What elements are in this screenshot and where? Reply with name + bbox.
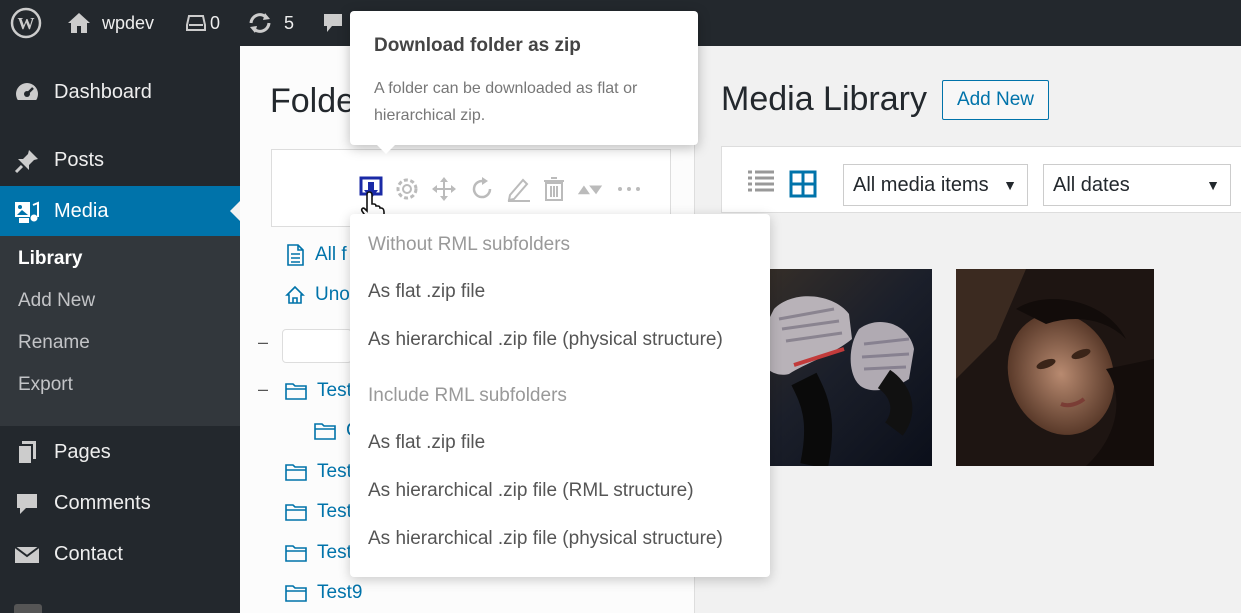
- menu-item-hierarchical-physical-rml[interactable]: As hierarchical .zip file (physical stru…: [368, 528, 723, 550]
- menu-item-hierarchical-rml[interactable]: As hierarchical .zip file (RML structure…: [368, 480, 694, 502]
- pages-icon: [17, 441, 36, 465]
- download-options-menu: Without RML subfolders As flat .zip file…: [350, 214, 770, 577]
- tree-folder[interactable]: Test: [285, 461, 352, 483]
- menu-pages[interactable]: Pages: [0, 427, 240, 477]
- drafts-count: 0: [210, 12, 221, 33]
- list-view-icon[interactable]: [747, 170, 775, 196]
- dropdown-arrow-icon: ▼: [1206, 177, 1220, 193]
- move-icon[interactable]: [431, 176, 457, 202]
- folder-icon: [285, 585, 307, 602]
- comments-link[interactable]: [322, 0, 344, 46]
- tree-collapse-toggle[interactable]: –: [258, 379, 268, 400]
- menu-label: Media: [54, 199, 109, 222]
- select-value: All dates: [1053, 173, 1130, 196]
- tree-label: Test: [317, 380, 352, 401]
- submenu-library[interactable]: Library: [18, 248, 82, 270]
- svg-text:W: W: [18, 14, 35, 33]
- pencil-icon[interactable]: [506, 176, 532, 202]
- menu-label: Comments: [54, 491, 151, 514]
- mail-icon: [14, 546, 40, 563]
- sort-icon[interactable]: [577, 176, 603, 202]
- site-name: wpdev: [102, 12, 155, 33]
- tree-folder[interactable]: Test9: [285, 582, 362, 604]
- menu-label: Contact: [54, 542, 123, 565]
- media-type-select[interactable]: All media items ▼: [843, 164, 1028, 206]
- tree-unorganized[interactable]: Uno: [285, 284, 350, 306]
- menu-posts[interactable]: Posts: [0, 135, 240, 185]
- menu-section-header: Without RML subfolders: [368, 234, 571, 255]
- submenu-add-new[interactable]: Add New: [18, 290, 95, 312]
- menu-item-hierarchical-physical[interactable]: As hierarchical .zip file (physical stru…: [368, 329, 723, 351]
- admin-sidebar: Dashboard Posts Media Library Add New Re…: [0, 46, 240, 613]
- select-value: All media items: [853, 173, 989, 196]
- tree-folder[interactable]: Test: [285, 501, 352, 523]
- drafts-link[interactable]: 0: [186, 0, 220, 46]
- comment-icon: [324, 14, 342, 32]
- submenu-export[interactable]: Export: [18, 374, 73, 396]
- tree-label: Test9: [317, 582, 363, 603]
- wordpress-logo-icon[interactable]: W: [10, 0, 42, 46]
- updates-link[interactable]: 5: [246, 0, 294, 46]
- menu-partial-icon: [14, 604, 42, 613]
- more-icon[interactable]: [616, 176, 642, 202]
- folder-icon: [285, 545, 307, 562]
- refresh-icon[interactable]: [469, 176, 495, 202]
- gear-icon[interactable]: [394, 176, 420, 202]
- home-icon: [68, 13, 90, 33]
- media-date-select[interactable]: All dates ▼: [1043, 164, 1231, 206]
- tree-label: Test: [317, 542, 352, 563]
- page-title: Media Library: [721, 80, 927, 118]
- menu-item-flat-zip[interactable]: As flat .zip file: [368, 281, 485, 303]
- media-thumbnail[interactable]: [956, 269, 1154, 466]
- media-icon: [15, 201, 39, 223]
- dropdown-arrow-icon: ▼: [1003, 177, 1017, 193]
- folder-icon: [285, 464, 307, 481]
- updates-icon: [249, 13, 271, 33]
- folder-panel-title: Folde: [270, 82, 356, 120]
- media-submenu: Library Add New Rename Export: [0, 236, 240, 426]
- folder-icon: [285, 504, 307, 521]
- trash-icon[interactable]: [541, 176, 567, 202]
- menu-dashboard[interactable]: Dashboard: [0, 67, 240, 117]
- home-icon: [285, 285, 305, 304]
- grid-view-icon[interactable]: [789, 170, 817, 198]
- submenu-rename[interactable]: Rename: [18, 332, 90, 354]
- menu-label: Posts: [54, 148, 105, 171]
- tree-collapse-toggle[interactable]: –: [258, 332, 268, 353]
- add-new-button[interactable]: Add New: [942, 80, 1049, 120]
- site-home-link[interactable]: wpdev: [66, 0, 154, 46]
- menu-item-flat-zip-rml[interactable]: As flat .zip file: [368, 432, 485, 454]
- download-tooltip: Download folder as zip A folder can be d…: [350, 11, 698, 154]
- tooltip-body: A folder can be downloaded as flat or hi…: [374, 80, 638, 124]
- tree-all-files[interactable]: All f: [285, 244, 347, 266]
- tree-label: Test: [317, 461, 352, 482]
- updates-count: 5: [284, 12, 295, 33]
- menu-comments[interactable]: Comments: [0, 478, 240, 528]
- tree-label: Test: [317, 501, 352, 522]
- menu-contact[interactable]: Contact: [0, 529, 240, 579]
- tooltip-title: Download folder as zip: [374, 35, 581, 56]
- tree-folder[interactable]: Test: [285, 380, 352, 402]
- folder-search-input[interactable]: [282, 329, 352, 363]
- comment-icon: [17, 494, 37, 514]
- media-toolbar: All media items ▼ All dates ▼: [721, 146, 1241, 213]
- menu-label: Dashboard: [54, 80, 152, 103]
- tree-label: Uno: [315, 284, 350, 305]
- folder-icon: [285, 383, 307, 400]
- tree-label: All f: [315, 244, 347, 265]
- inbox-icon: [186, 15, 206, 31]
- menu-section-header: Include RML subfolders: [368, 385, 567, 406]
- tree-folder[interactable]: Test: [285, 542, 352, 564]
- file-icon: [287, 244, 304, 266]
- dashboard-icon: [16, 83, 38, 106]
- menu-label: Pages: [54, 440, 111, 463]
- folder-icon: [314, 423, 336, 440]
- pin-icon: [14, 150, 38, 174]
- menu-media[interactable]: Media: [0, 186, 240, 236]
